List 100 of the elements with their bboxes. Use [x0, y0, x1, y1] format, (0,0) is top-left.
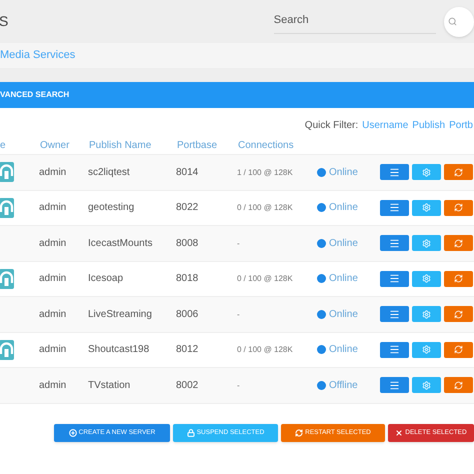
menu-icon [389, 202, 400, 214]
refresh-icon [454, 345, 463, 354]
settings-button[interactable] [412, 235, 441, 252]
settings-button[interactable] [412, 342, 441, 358]
refresh-icon [454, 203, 463, 212]
advanced-search-label: VANCED SEARCH [0, 89, 70, 101]
status-text: Online [329, 343, 358, 358]
settings-button[interactable] [412, 164, 441, 180]
connections-cell: 0 / 100 @ 128K [237, 345, 293, 354]
settings-icon [422, 345, 431, 354]
menu-button[interactable] [380, 306, 409, 322]
portbase-cell: 8022 [176, 202, 198, 214]
menu-button[interactable] [380, 270, 409, 287]
settings-icon [422, 238, 431, 248]
settings-icon [422, 380, 431, 390]
menu-button[interactable] [380, 200, 409, 216]
portbase-cell: 8002 [176, 380, 198, 391]
plus-circle-icon [68, 428, 77, 436]
filter-link[interactable]: Portb [449, 118, 473, 132]
status-text: Online [329, 272, 358, 286]
search-icon [448, 17, 456, 26]
breadcrumb-link[interactable]: Media Services [0, 47, 76, 64]
table-row[interactable]: admin IcecastMounts 8008 - Online [0, 226, 474, 262]
owner-cell: admin [39, 238, 66, 249]
column-header[interactable]: Owner [40, 140, 70, 150]
menu-icon [389, 344, 400, 356]
filter-link[interactable]: Username [362, 118, 408, 132]
publish-name-cell: sc2liqtest [88, 166, 130, 178]
publish-name-cell: Icesoap [88, 273, 124, 284]
menu-icon [389, 238, 400, 249]
connections-cell: - [237, 238, 240, 248]
settings-icon [422, 274, 431, 284]
menu-icon [389, 273, 400, 284]
settings-button[interactable] [412, 306, 441, 322]
restart-button[interactable] [444, 235, 473, 252]
column-header[interactable]: Connections [238, 140, 294, 150]
quick-filter-label: Quick Filter: [304, 118, 358, 132]
portbase-cell: 8018 [176, 273, 198, 284]
menu-button[interactable] [380, 164, 409, 180]
status-text: Online [329, 166, 358, 180]
settings-icon [422, 310, 431, 319]
owner-cell: admin [39, 273, 66, 284]
table-row[interactable]: admin LiveStreaming 8006 - Online [0, 297, 474, 332]
refresh-icon [454, 380, 463, 390]
restart-button[interactable] [444, 377, 473, 394]
advanced-search-bar[interactable]: VANCED SEARCH [0, 82, 474, 108]
table-row[interactable]: admin Icesoap 8018 0 / 100 @ 128K Online [0, 262, 474, 297]
connections-cell: - [237, 310, 240, 319]
owner-cell: admin [39, 380, 66, 391]
status-text: Online [329, 201, 358, 216]
column-header[interactable]: Portbase [177, 140, 218, 150]
menu-icon [389, 308, 400, 320]
lock-icon [186, 428, 195, 436]
connections-cell: - [237, 380, 240, 390]
menu-button[interactable] [380, 377, 409, 394]
refresh-icon [454, 274, 463, 284]
portbase-cell: 8014 [176, 166, 198, 178]
publish-name-cell: TVstation [88, 380, 130, 391]
publish-name-cell: geotesting [88, 202, 134, 214]
status-text: Online [329, 308, 358, 322]
refresh-icon [295, 428, 304, 436]
restart-button[interactable] [444, 200, 473, 216]
table-row[interactable]: admin geotesting 8022 0 / 100 @ 128K Online [0, 190, 474, 226]
publish-name-cell: Shoutcast198 [88, 344, 150, 356]
menu-icon [389, 166, 400, 178]
close-icon [395, 428, 404, 436]
portbase-cell: 8012 [176, 344, 198, 356]
settings-icon [422, 203, 431, 212]
publish-name-cell: LiveStreaming [88, 308, 152, 320]
settings-button[interactable] [412, 200, 441, 216]
filter-link[interactable]: Publish [412, 118, 446, 132]
settings-button[interactable] [412, 377, 441, 394]
restart-button[interactable] [444, 342, 473, 358]
status-text: Offline [329, 378, 358, 393]
owner-cell: admin [39, 166, 66, 178]
table-row[interactable]: admin sc2liqtest 8014 1 / 100 @ 128K Online [0, 155, 474, 190]
settings-icon [422, 168, 431, 177]
publish-name-cell: IcecastMounts [88, 238, 152, 249]
restart-button[interactable] [444, 270, 473, 287]
connections-cell: 0 / 100 @ 128K [237, 203, 293, 212]
menu-button[interactable] [380, 235, 409, 252]
owner-cell: admin [39, 202, 66, 214]
portbase-cell: 8008 [176, 238, 198, 249]
menu-button[interactable] [380, 342, 409, 358]
search-field[interactable]: Search [274, 8, 436, 34]
table-row[interactable]: admin Shoutcast198 8012 0 / 100 @ 128K Online [0, 332, 474, 368]
owner-cell: admin [39, 308, 66, 320]
restart-button[interactable] [444, 306, 473, 322]
refresh-icon [454, 310, 463, 319]
menu-icon [389, 380, 400, 391]
table-row[interactable]: admin TVstation 8002 - Offline [0, 368, 474, 404]
refresh-icon [454, 238, 463, 248]
connections-cell: 0 / 100 @ 128K [237, 274, 293, 284]
refresh-icon [454, 168, 463, 177]
column-header[interactable]: Publish Name [89, 140, 152, 150]
status-text: Online [329, 236, 358, 251]
settings-button[interactable] [412, 270, 441, 287]
column-header[interactable]: e [0, 140, 6, 150]
portbase-cell: 8006 [176, 308, 198, 320]
restart-button[interactable] [444, 164, 473, 180]
